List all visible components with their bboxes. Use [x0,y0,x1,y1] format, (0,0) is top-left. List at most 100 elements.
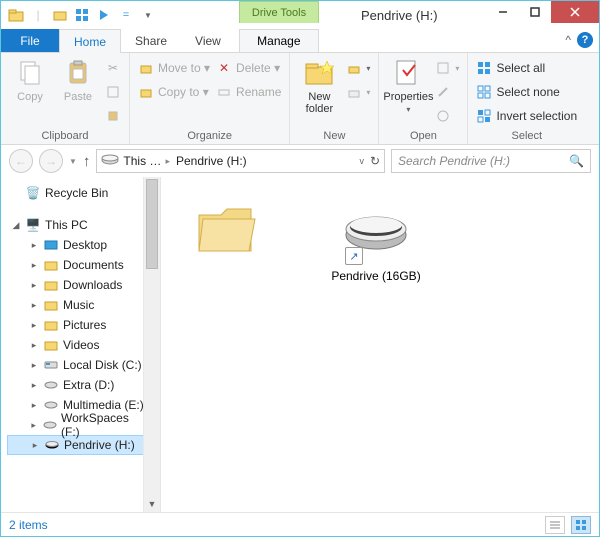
tab-share[interactable]: Share [121,29,181,52]
tree-this-pc[interactable]: ◢🖥️This PC [7,215,144,235]
qat-open-icon[interactable] [51,6,69,24]
easy-access-icon [346,84,362,100]
search-input[interactable]: Search Pendrive (H:) 🔍 [391,149,591,173]
breadcrumb-seg2[interactable]: Pendrive (H:) [176,154,247,168]
tree-recycle-bin-label: Recycle Bin [45,186,108,200]
tab-manage[interactable]: Manage [239,29,319,52]
tree-pendrive-h[interactable]: ▸Pendrive (H:) [7,435,144,455]
navigation-pane: 🗑️Recycle Bin ◢🖥️This PC ▸Desktop ▸Docum… [1,177,161,512]
edit-button[interactable] [435,81,459,103]
tab-view[interactable]: View [181,29,235,52]
tree-downloads-label: Downloads [63,278,122,292]
tree-pictures[interactable]: ▸Pictures [7,315,144,335]
help-icon[interactable]: ? [577,32,593,48]
view-large-icons-button[interactable] [571,516,591,534]
drive-large-icon: ↗ [341,195,411,265]
tab-home[interactable]: Home [59,29,121,53]
file-item-shortcut[interactable]: ↗ Pendrive (16GB) [321,195,431,283]
history-icon [435,108,451,124]
expand-icon[interactable]: ◢ [11,220,21,231]
ribbon-tabs: File Home Share View Manage ^ ? [1,29,599,53]
breadcrumb-seg1[interactable]: This …▸ [123,154,172,168]
tree-view: 🗑️Recycle Bin ◢🖥️This PC ▸Desktop ▸Docum… [1,177,144,461]
properties-button[interactable]: Properties ▾ [387,57,429,114]
status-item-count: 2 items [9,518,48,532]
easy-access-button[interactable]: ▾ [346,81,370,103]
properties-label: Properties [383,91,433,103]
view-details-button[interactable] [545,516,565,534]
address-dropdown-icon[interactable]: v [359,156,364,166]
maximize-button[interactable] [519,1,551,23]
tree-pendrive-h-label: Pendrive (H:) [64,438,135,452]
search-placeholder: Search Pendrive (H:) [398,154,510,168]
qat-dropdown-icon[interactable]: = [117,6,135,24]
invert-selection-button[interactable]: Invert selection [476,105,577,127]
window-title: Pendrive (H:) [361,1,489,29]
tree-music[interactable]: ▸Music [7,295,144,315]
content-pane[interactable]: ↗ Pendrive (16GB) [161,177,599,512]
scroll-thumb[interactable] [146,179,158,269]
new-folder-button[interactable]: New folder [298,57,340,115]
rename-button[interactable]: Rename [216,81,281,103]
select-none-button[interactable]: Select none [476,81,577,103]
select-all-button[interactable]: Select all [476,57,577,79]
tree-desktop-label: Desktop [63,238,107,252]
forward-button[interactable]: → [39,149,63,173]
group-clipboard-label: Clipboard [9,128,121,142]
up-button[interactable]: ↑ [83,153,91,170]
tree-videos[interactable]: ▸Videos [7,335,144,355]
tree-this-pc-label: This PC [45,218,88,232]
copy-to-button[interactable]: Copy to ▾ [138,81,210,103]
copy-label: Copy [17,91,43,103]
open-button[interactable]: ▾ [435,57,459,79]
select-all-label: Select all [496,61,545,75]
recent-locations-icon[interactable]: ▼ [69,157,77,166]
close-button[interactable] [551,1,599,23]
body-area: 🗑️Recycle Bin ◢🖥️This PC ▸Desktop ▸Docum… [1,177,599,512]
tree-recycle-bin[interactable]: 🗑️Recycle Bin [7,183,144,203]
tree-downloads[interactable]: ▸Downloads [7,275,144,295]
refresh-icon[interactable]: ↻ [370,154,380,168]
move-to-button[interactable]: Move to ▾ [138,57,210,79]
paste-button[interactable]: Paste [57,57,99,103]
rename-icon [216,84,232,100]
copy-button[interactable]: Copy [9,57,51,103]
group-organize-label: Organize [138,128,281,142]
folder-icon [43,277,59,293]
new-item-button[interactable]: ▾ [346,57,370,79]
nav-scrollbar[interactable]: ▲ ▼ [143,177,160,512]
titlebar: | = ▼ Drive Tools Pendrive (H:) [1,1,599,29]
history-button[interactable] [435,105,459,127]
tree-workspaces-f-label: WorkSpaces (F:) [61,411,144,439]
paste-label: Paste [64,91,92,103]
copy-to-label: Copy to ▾ [158,85,209,99]
disk-icon [43,357,59,373]
tree-extra-d[interactable]: ▸Extra (D:) [7,375,144,395]
paste-icon [62,57,94,89]
address-bar[interactable]: This …▸ Pendrive (H:) v ↻ [96,149,385,173]
tree-local-disk-c[interactable]: ▸Local Disk (C:) [7,355,144,375]
back-button[interactable]: ← [9,149,33,173]
quick-access-toolbar: | = ▼ [1,6,157,24]
tree-desktop[interactable]: ▸Desktop [7,235,144,255]
qat-play-icon[interactable] [95,6,113,24]
cut-button[interactable]: ✂ [105,57,121,79]
move-to-label: Move to ▾ [158,61,210,75]
tree-documents[interactable]: ▸Documents [7,255,144,275]
new-folder-label: New folder [306,91,334,115]
folder-icon [7,6,25,24]
minimize-button[interactable] [487,1,519,23]
copy-path-button[interactable] [105,81,121,103]
collapse-ribbon-icon[interactable]: ^ [565,33,571,47]
new-item-icon [346,60,362,76]
properties-icon [392,57,424,89]
tab-file[interactable]: File [1,29,59,52]
file-item-folder[interactable] [171,195,281,269]
scroll-down-icon[interactable]: ▼ [144,495,160,512]
qat-more-icon[interactable]: ▼ [139,6,157,24]
paste-shortcut-button[interactable] [105,105,121,127]
qat-view-icon[interactable] [73,6,91,24]
tree-workspaces-f[interactable]: ▸WorkSpaces (F:) [7,415,144,435]
drive-icon [101,154,119,169]
delete-button[interactable]: ✕Delete ▾ [216,57,281,79]
